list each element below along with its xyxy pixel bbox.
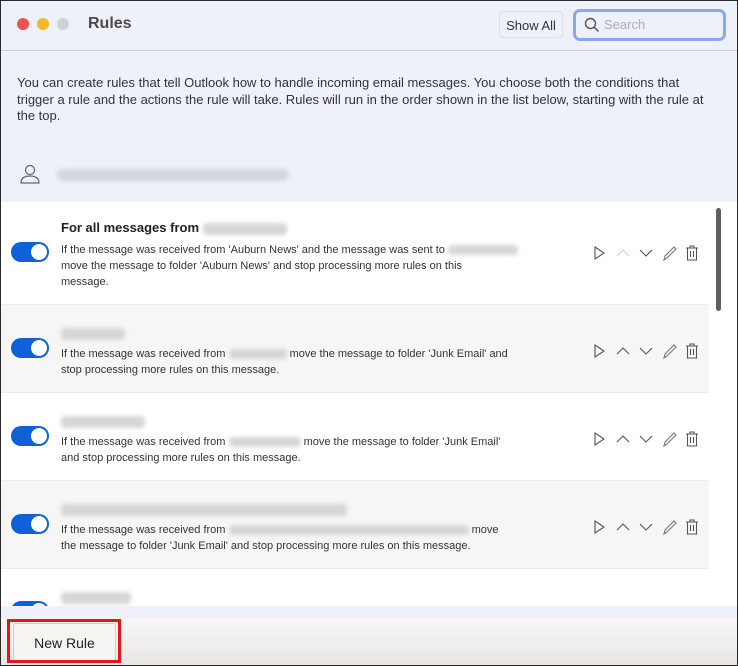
redacted-recipient xyxy=(447,245,518,256)
move-down-icon[interactable] xyxy=(637,244,655,262)
rule-row[interactable]: For all messages from If the message was… xyxy=(1,202,709,305)
rule-enabled-toggle[interactable] xyxy=(11,426,49,446)
search-input[interactable]: Search xyxy=(573,9,726,41)
move-down-icon[interactable] xyxy=(637,342,655,360)
move-down-icon[interactable] xyxy=(637,518,655,536)
redacted-sender xyxy=(202,222,287,235)
edit-icon[interactable] xyxy=(660,430,678,448)
delete-icon[interactable] xyxy=(683,244,701,262)
rule-row[interactable]: If the message was received from move th… xyxy=(1,305,709,393)
delete-icon[interactable] xyxy=(683,518,701,536)
delete-icon[interactable] xyxy=(683,342,701,360)
run-icon[interactable] xyxy=(591,244,609,262)
redacted-rule-name xyxy=(61,327,125,340)
account-email-redacted xyxy=(57,169,289,181)
rules-description: You can create rules that tell Outlook h… xyxy=(17,75,704,123)
edit-icon[interactable] xyxy=(660,244,678,262)
show-all-button[interactable]: Show All xyxy=(499,11,563,38)
rule-row[interactable]: If the message was received from move th… xyxy=(1,393,709,481)
rule-enabled-toggle[interactable] xyxy=(11,514,49,534)
move-up-icon[interactable] xyxy=(614,244,632,262)
rule-name: For all messages from xyxy=(61,220,287,235)
move-up-icon[interactable] xyxy=(614,430,632,448)
minimize-window-button[interactable] xyxy=(37,18,49,30)
run-icon[interactable] xyxy=(591,430,609,448)
rule-name xyxy=(61,589,131,604)
rule-actions xyxy=(591,430,703,448)
redacted-rule-name xyxy=(61,591,131,604)
rule-row[interactable]: If the message was received from move th… xyxy=(1,481,709,569)
run-icon[interactable] xyxy=(591,342,609,360)
rule-actions xyxy=(591,518,703,536)
rule-enabled-toggle[interactable] xyxy=(11,338,49,358)
rules-list: For all messages from If the message was… xyxy=(1,202,737,606)
move-up-icon[interactable] xyxy=(614,518,632,536)
person-icon xyxy=(20,164,40,184)
rule-description: If the message was received from move th… xyxy=(61,348,508,376)
delete-icon[interactable] xyxy=(683,430,701,448)
run-icon[interactable] xyxy=(591,518,609,536)
title-bar: Rules Show All Search xyxy=(1,1,737,51)
rule-description: If the message was received from 'Auburn… xyxy=(61,242,518,290)
rules-list-scrollbar[interactable] xyxy=(716,208,721,311)
rule-actions xyxy=(591,342,703,360)
search-placeholder: Search xyxy=(604,17,646,32)
rule-enabled-toggle[interactable] xyxy=(11,601,49,606)
redacted-rule-name xyxy=(61,503,347,516)
window-title: Rules xyxy=(88,15,132,32)
rule-description: If the message was received from move th… xyxy=(61,524,499,552)
redacted-sender xyxy=(228,349,287,360)
rule-name xyxy=(61,413,145,428)
zoom-window-button[interactable] xyxy=(57,18,69,30)
edit-icon[interactable] xyxy=(660,518,678,536)
rule-actions xyxy=(591,244,703,262)
redacted-sender xyxy=(228,437,301,448)
rule-description: If the message was received from move th… xyxy=(61,436,501,464)
move-up-icon[interactable] xyxy=(614,342,632,360)
move-down-icon[interactable] xyxy=(637,430,655,448)
rule-enabled-toggle[interactable] xyxy=(11,242,49,262)
search-icon xyxy=(584,17,600,33)
close-window-button[interactable] xyxy=(17,18,29,30)
edit-icon[interactable] xyxy=(660,342,678,360)
rule-name xyxy=(61,325,125,340)
rule-row[interactable] xyxy=(1,569,709,606)
redacted-sender xyxy=(228,525,469,536)
redacted-rule-name xyxy=(61,415,145,428)
new-rule-button[interactable]: New Rule xyxy=(13,623,116,661)
rules-window: Rules Show All Search You can create rul… xyxy=(0,0,738,666)
rule-name xyxy=(61,501,347,516)
